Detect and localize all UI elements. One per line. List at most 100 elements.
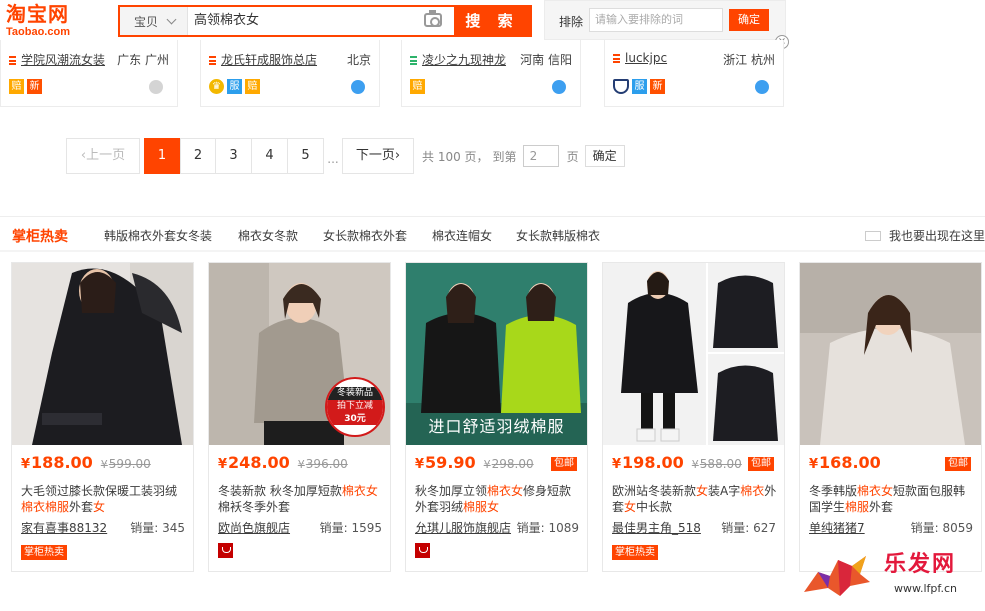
shop-card[interactable]: 凌少之九现神龙 河南 信阳 赔 — [401, 40, 581, 107]
compensation-badge[interactable]: 赔 — [410, 79, 425, 94]
shop-name[interactable]: 龙氏轩成服饰总店 — [209, 51, 329, 68]
promo-overlay: 进口舒适羽绒棉服 — [428, 417, 565, 436]
product-card[interactable]: ¥168.00 包邮 冬季韩版棉衣女短款面包服韩国学生棉服外套 单纯猪猪7 销量… — [799, 262, 982, 572]
promo-line: 30元 — [327, 413, 383, 425]
product-price: ¥59.90 ¥298.00 — [415, 453, 534, 472]
product-card[interactable]: ¥188.00 ¥599.00 大毛领过膝长款保暖工装羽绒棉衣棉服外套女 家有喜事… — [11, 262, 194, 572]
shop-location: 河南 信阳 — [520, 53, 572, 67]
shop-link[interactable]: 家有喜事88132 — [21, 519, 107, 536]
free-shipping-badge: 包邮 — [945, 457, 971, 471]
hot-sale-bar: 掌柜热卖 韩版棉衣外套女冬装 棉衣女冬款 女长款棉衣外套 棉衣连帽女 女长款韩版… — [0, 216, 985, 252]
product-image[interactable] — [800, 263, 981, 445]
hot-keyword[interactable]: 棉衣女冬款 — [238, 227, 298, 244]
shop-badges: 赔 — [410, 79, 425, 94]
exclude-panel: 排除 请输入要排除的词 确定 — [544, 0, 786, 40]
exclude-input[interactable]: 请输入要排除的词 — [589, 8, 723, 32]
product-title[interactable]: 冬装新款 秋冬加厚短款棉衣女棉袄冬季外套 — [218, 483, 384, 515]
new-badge[interactable]: 新 — [27, 79, 42, 94]
service-badge[interactable]: 服 — [227, 79, 242, 94]
hot-keyword[interactable]: 女长款棉衣外套 — [323, 227, 407, 244]
wangwang-icon[interactable] — [755, 80, 769, 94]
search-input[interactable]: 高领棉衣女 — [194, 7, 454, 35]
original-price: ¥599.00 — [100, 457, 151, 471]
sales-count: 销量: 8059 — [910, 521, 973, 535]
page-5-button[interactable]: 5 — [288, 138, 324, 174]
wangwang-icon[interactable] — [149, 80, 163, 94]
product-image[interactable]: 冬装新品 拍下立减 30元 — [209, 263, 390, 445]
exclude-label: 排除 — [559, 15, 584, 29]
hot-sale-badge: 掌柜热卖 — [612, 545, 658, 560]
free-shipping-badge: 包邮 — [748, 457, 774, 471]
page-1-button[interactable]: 1 — [144, 138, 180, 174]
next-page-button[interactable]: 下一页› — [342, 138, 414, 174]
camera-icon[interactable] — [424, 10, 442, 27]
product-card[interactable]: 进口舒适羽绒棉服 ¥59.90 ¥298.00 包邮 秋冬加厚立领棉衣女修身短款外… — [405, 262, 588, 572]
taobao-logo[interactable]: 淘宝网 Taobao.com — [6, 2, 116, 38]
product-image[interactable] — [603, 263, 784, 445]
search-button[interactable]: 搜 索 — [454, 7, 530, 35]
wangwang-icon[interactable] — [552, 80, 566, 94]
new-badge[interactable]: 新 — [650, 79, 665, 94]
shop-link[interactable]: 允琪儿服饰旗舰店 — [415, 519, 511, 536]
hot-keyword[interactable]: 韩版棉衣外套女冬装 — [104, 227, 212, 244]
product-card[interactable]: 冬装新品 拍下立减 30元 ¥248.00 ¥396.00 冬装新款 秋冬加厚短款… — [208, 262, 391, 572]
compensation-badge[interactable]: 赔 — [245, 79, 260, 94]
product-price: ¥198.00 ¥588.00 — [612, 453, 742, 472]
search-scope-select[interactable]: 宝贝 — [120, 7, 188, 35]
search-scope-label: 宝贝 — [134, 14, 159, 29]
product-title[interactable]: 欧洲站冬装新款女装A字棉衣外套女中长款 — [612, 483, 778, 515]
goto-page-input[interactable]: 2 — [522, 145, 559, 167]
shop-name[interactable]: 学院风潮流女装 — [9, 51, 129, 68]
product-title[interactable]: 秋冬加厚立领棉衣女修身短款外套羽绒棉服女 — [415, 483, 581, 515]
product-image[interactable]: 进口舒适羽绒棉服 — [406, 263, 587, 445]
shop-link[interactable]: 单纯猪猪7 — [809, 519, 865, 536]
product-photo — [603, 263, 784, 445]
shop-link[interactable]: 最佳男主角_518 — [612, 519, 701, 536]
service-badge[interactable]: 服 — [632, 79, 647, 94]
goto-label: 到第 — [492, 149, 517, 164]
shop-badges: 服 新 — [613, 79, 665, 94]
pagination-ellipsis: ... — [327, 152, 339, 166]
prev-page-button[interactable]: ‹上一页 — [66, 138, 140, 174]
shop-icon — [410, 56, 417, 65]
page-unit: 页 — [566, 149, 579, 164]
shop-name[interactable]: 凌少之九现神龙 — [410, 51, 530, 68]
shop-location: 北京 — [346, 53, 371, 67]
logo-cn: 淘宝网 — [6, 2, 69, 26]
compensation-badge[interactable]: 赔 — [9, 79, 24, 94]
promo-link[interactable]: 我也要出现在这里 — [864, 227, 985, 244]
page-3-button[interactable]: 3 — [216, 138, 252, 174]
hot-keyword[interactable]: 棉衣连帽女 — [432, 227, 492, 244]
original-price: ¥588.00 — [691, 457, 742, 471]
shop-name[interactable]: luckjpc — [613, 51, 733, 65]
product-card[interactable]: ¥198.00 ¥588.00 包邮 欧洲站冬装新款女装A字棉衣外套女中长款 最佳… — [602, 262, 785, 572]
tmall-icon[interactable] — [415, 543, 430, 558]
promo-overlay: 冬装新品 拍下立减 30元 — [325, 377, 385, 437]
crown-icon[interactable]: ♛ — [209, 79, 224, 94]
product-price: ¥188.00 ¥599.00 — [21, 453, 151, 472]
product-title[interactable]: 冬季韩版棉衣女短款面包服韩国学生棉服外套 — [809, 483, 975, 515]
product-image[interactable] — [12, 263, 193, 445]
total-pages: 共 100 页， — [422, 149, 489, 164]
header: 淘宝网 Taobao.com 宝贝 高领棉衣女 搜 索 排除 请输入要排除的词 … — [0, 0, 985, 49]
logo-en: Taobao.com — [6, 26, 70, 38]
original-price: ¥298.00 — [483, 457, 534, 471]
product-photo — [800, 263, 981, 445]
goto-ok-button[interactable]: 确定 — [584, 145, 625, 167]
shop-card[interactable]: 学院风潮流女装 广东 广州 赔 新 — [0, 40, 178, 107]
tmall-icon[interactable] — [218, 543, 233, 558]
shop-icon — [209, 56, 216, 65]
product-title[interactable]: 大毛领过膝长款保暖工装羽绒棉衣棉服外套女 — [21, 483, 187, 515]
shop-card[interactable]: luckjpc 浙江 杭州 服 新 — [604, 40, 784, 107]
page-2-button[interactable]: 2 — [180, 138, 216, 174]
chevron-down-icon — [166, 14, 177, 24]
page-4-button[interactable]: 4 — [252, 138, 288, 174]
wangwang-icon[interactable] — [351, 80, 365, 94]
shop-link[interactable]: 欧尚色旗舰店 — [218, 519, 290, 536]
shop-card[interactable]: 龙氏轩成服饰总店 北京 ♛ 服 赔 — [200, 40, 380, 107]
hot-keyword[interactable]: 女长款韩版棉衣 — [516, 227, 600, 244]
ad-icon — [864, 231, 881, 241]
exclude-ok-button[interactable]: 确定 — [729, 9, 769, 31]
shop-location: 浙江 杭州 — [723, 53, 775, 67]
shield-icon[interactable] — [613, 79, 629, 94]
